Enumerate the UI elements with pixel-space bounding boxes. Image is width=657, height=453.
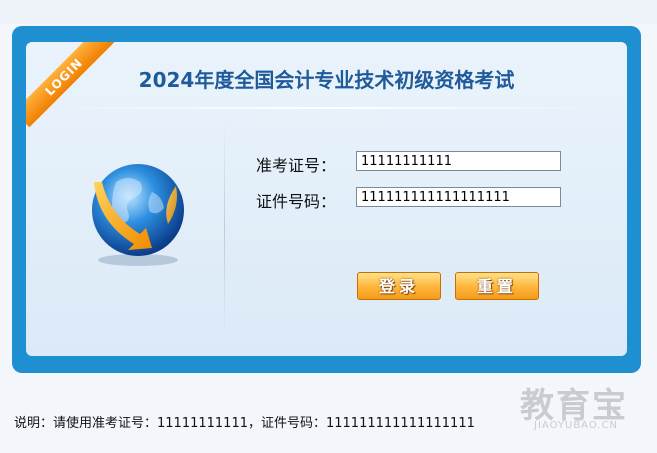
top-strip: [0, 0, 657, 24]
watermark-subtext: JIAOYUBAO.CN: [534, 420, 618, 431]
login-button[interactable]: 登录: [357, 272, 441, 300]
exam-id-label: 准考证号：: [256, 156, 337, 175]
id-number-input[interactable]: 111111111111111111: [356, 187, 561, 207]
vertical-divider: [224, 120, 225, 340]
title-divider: [46, 107, 607, 109]
reset-button[interactable]: 重置: [455, 272, 539, 300]
login-panel: LOGIN 2024年度全国会计专业技术初级资格考试 准考证号： 1111111…: [26, 42, 627, 356]
exam-id-input[interactable]: 11111111111: [356, 151, 561, 171]
id-number-label: 证件号码：: [256, 192, 337, 211]
page-title: 2024年度全国会计专业技术初级资格考试: [138, 68, 515, 92]
globe-icon: [76, 152, 196, 272]
instructions-note: 说明：请使用准考证号：11111111111，证件号码：111111111111…: [14, 416, 475, 431]
watermark-logo: 教育宝 JIAOYUBAO.CN: [520, 378, 628, 431]
